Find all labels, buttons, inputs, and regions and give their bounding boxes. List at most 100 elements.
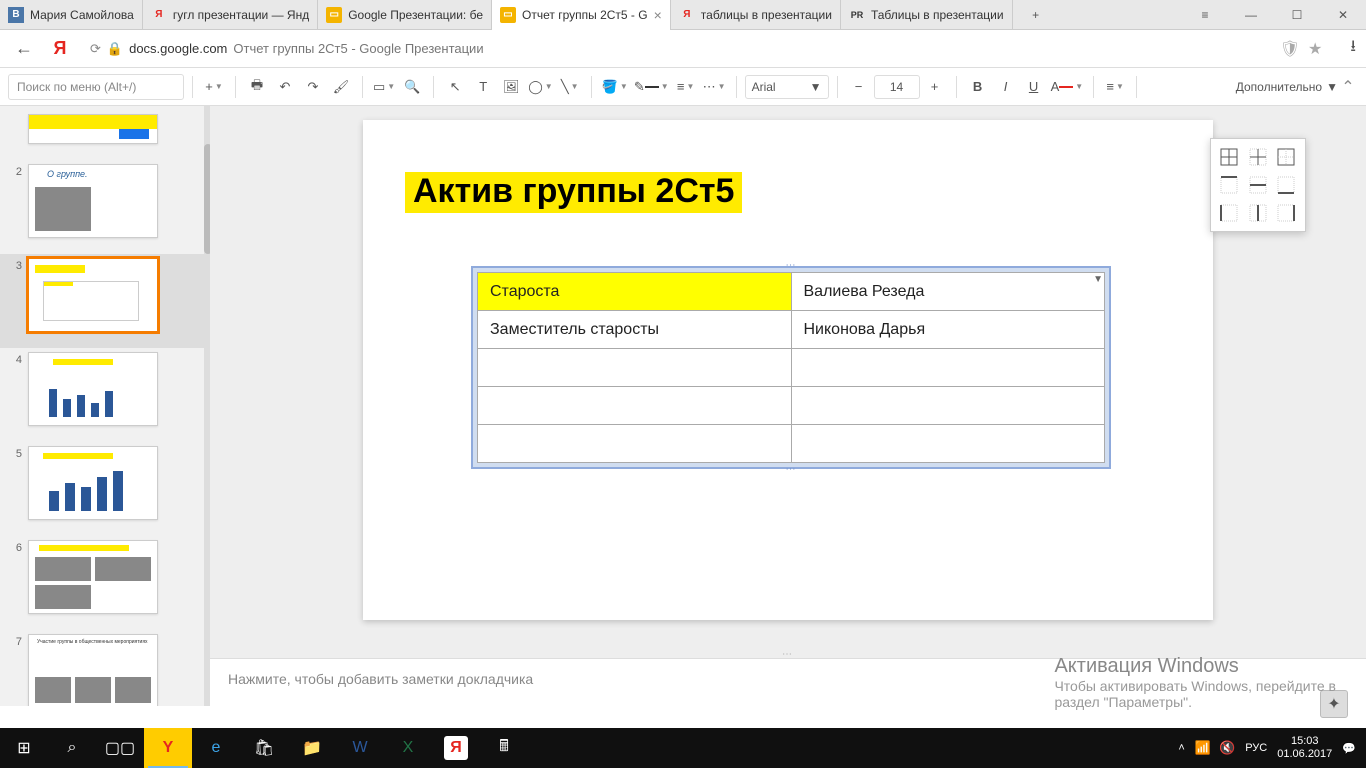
yandex-home-icon[interactable]: Я <box>46 35 74 63</box>
slide-title-textbox[interactable]: Актив группы 2Ст5 <box>405 172 742 213</box>
font-size-input[interactable]: 14 <box>874 75 920 99</box>
slide-thumb[interactable]: 7 Участие группы в общественных мероприя… <box>0 630 209 706</box>
search-button[interactable]: ⌕ <box>48 728 96 768</box>
paint-format-button[interactable]: 🖌 <box>328 74 354 100</box>
border-inner-button[interactable] <box>1246 145 1270 169</box>
font-family-select[interactable]: Arial ▼ <box>745 75 829 99</box>
border-left-button[interactable] <box>1217 201 1241 225</box>
new-slide-button[interactable]: +▼ <box>201 74 227 100</box>
slide-thumb[interactable]: 5 <box>0 442 209 536</box>
explore-button[interactable]: ✦ <box>1320 690 1348 718</box>
table-cell[interactable] <box>478 425 792 463</box>
filmstrip[interactable]: 2 О группе. 3 4 <box>0 106 210 706</box>
notes-splitter[interactable]: ⋯ <box>210 650 1366 658</box>
table-row[interactable]: Заместитель старосты Никонова Дарья <box>478 311 1105 349</box>
reload-icon[interactable]: ⟳ <box>90 41 101 57</box>
browser-tab[interactable]: PR Таблицы в презентации <box>841 0 1013 30</box>
table-row[interactable] <box>478 387 1105 425</box>
line-button[interactable]: ╲▼ <box>557 74 583 100</box>
menu-search-input[interactable]: Поиск по меню (Alt+/) <box>8 74 184 100</box>
print-button[interactable]: 🖶 <box>244 74 270 100</box>
border-top-button[interactable] <box>1217 173 1241 197</box>
slide-thumb-selected[interactable]: 3 <box>0 254 209 348</box>
table-cell[interactable] <box>791 425 1105 463</box>
browser-menu-button[interactable]: ≡ <box>1182 0 1228 30</box>
border-all-button[interactable] <box>1217 145 1241 169</box>
font-size-increase[interactable]: + <box>922 74 948 100</box>
browser-tab[interactable]: Я таблицы в презентации <box>671 0 841 30</box>
redo-button[interactable]: ↷ <box>300 74 326 100</box>
border-bottom-button[interactable] <box>1274 173 1298 197</box>
slide-thumb[interactable] <box>0 110 209 160</box>
start-button[interactable]: ⊞ <box>0 728 48 768</box>
store-taskbar[interactable]: 🛍 <box>240 728 288 768</box>
border-outer-button[interactable] <box>1274 145 1298 169</box>
shape-button[interactable]: ◯▼ <box>526 74 554 100</box>
speaker-notes[interactable]: Нажмите, чтобы добавить заметки докладчи… <box>210 658 1366 706</box>
url-input[interactable]: ⟳ 🔒 docs.google.com Отчет группы 2Ст5 - … <box>82 35 1272 63</box>
border-right-button[interactable] <box>1274 201 1298 225</box>
browser-tab[interactable]: ▭ Google Презентации: бе <box>318 0 492 30</box>
table-cell[interactable] <box>478 349 792 387</box>
italic-button[interactable]: I <box>993 74 1019 100</box>
slide-table[interactable]: Староста Валиева Резеда Заместитель стар… <box>477 272 1105 463</box>
maximize-button[interactable]: ☐ <box>1274 0 1320 30</box>
table-cell[interactable] <box>791 387 1105 425</box>
zoom-button[interactable]: 🔍 <box>399 74 425 100</box>
slide-thumb[interactable]: 6 <box>0 536 209 630</box>
table-cell[interactable]: Староста <box>478 273 792 311</box>
minimize-button[interactable]: — <box>1228 0 1274 30</box>
table-cell[interactable]: Заместитель старосты <box>478 311 792 349</box>
table-cell[interactable] <box>791 349 1105 387</box>
browser-tab-active[interactable]: ▭ Отчет группы 2Ст5 - G × <box>492 0 671 30</box>
word-taskbar[interactable]: W <box>336 728 384 768</box>
new-tab-button[interactable]: + <box>1013 0 1059 30</box>
zoom-fit-button[interactable]: ▭▼ <box>371 74 397 100</box>
volume-icon[interactable]: 🔇 <box>1219 740 1235 756</box>
bookmark-icon[interactable]: ★ <box>1308 39 1322 59</box>
tray-expand-icon[interactable]: ˄ <box>1178 742 1184 754</box>
table-menu-icon[interactable]: ▼ <box>1093 274 1103 285</box>
fill-color-button[interactable]: 🪣▼ <box>600 74 630 100</box>
download-icon[interactable]: ⭳ <box>1350 35 1356 62</box>
edge-taskbar[interactable]: e <box>192 728 240 768</box>
table-cell[interactable] <box>478 387 792 425</box>
undo-button[interactable]: ↶ <box>272 74 298 100</box>
align-button[interactable]: ≡▼ <box>1102 74 1128 100</box>
border-vertical-button[interactable] <box>1246 201 1270 225</box>
slide-thumb[interactable]: 4 <box>0 348 209 442</box>
underline-button[interactable]: U <box>1021 74 1047 100</box>
close-icon[interactable]: × <box>654 7 662 23</box>
notifications-icon[interactable]: 💬 <box>1342 742 1356 755</box>
bold-button[interactable]: B <box>965 74 991 100</box>
select-tool-button[interactable]: ↖ <box>442 74 468 100</box>
browser-tab[interactable]: Я гугл презентации — Янд <box>143 0 318 30</box>
slide-thumb[interactable]: 2 О группе. <box>0 160 209 254</box>
close-window-button[interactable]: ✕ <box>1320 0 1366 30</box>
border-horizontal-button[interactable] <box>1246 173 1270 197</box>
textbox-button[interactable]: T <box>470 74 496 100</box>
browser-tab[interactable]: B Мария Самойлова <box>0 0 143 30</box>
yandex-search-taskbar[interactable]: Я <box>444 736 468 760</box>
border-weight-button[interactable]: ≡▼ <box>673 74 699 100</box>
table-row[interactable] <box>478 349 1105 387</box>
table-cell[interactable]: Валиева Резеда <box>791 273 1105 311</box>
font-size-decrease[interactable]: − <box>846 74 872 100</box>
table-row[interactable]: Староста Валиева Резеда <box>478 273 1105 311</box>
yandex-browser-taskbar[interactable]: Y <box>144 728 192 768</box>
clock[interactable]: 15:03 01.06.2017 <box>1277 735 1332 761</box>
table-cell[interactable]: Никонова Дарья <box>791 311 1105 349</box>
explorer-taskbar[interactable]: 📁 <box>288 728 336 768</box>
protect-icon[interactable]: 🛡 <box>1280 39 1300 59</box>
language-indicator[interactable]: РУС <box>1245 742 1267 754</box>
table-row[interactable] <box>478 425 1105 463</box>
calculator-taskbar[interactable]: 🖩 <box>480 728 528 768</box>
back-button[interactable]: ← <box>10 35 38 63</box>
table-border-popup[interactable] <box>1210 138 1306 232</box>
task-view-button[interactable]: ▢▢ <box>96 728 144 768</box>
border-dash-button[interactable]: ⋯▼ <box>701 74 728 100</box>
text-color-button[interactable]: A▼ <box>1049 74 1086 100</box>
collapse-toolbar-button[interactable]: ⌃ <box>1338 77 1358 97</box>
slide-table-selection[interactable]: ⋯ ⋯ Староста Валиева Резеда Заместитель … <box>471 266 1111 469</box>
network-icon[interactable]: 📶 <box>1195 740 1211 756</box>
